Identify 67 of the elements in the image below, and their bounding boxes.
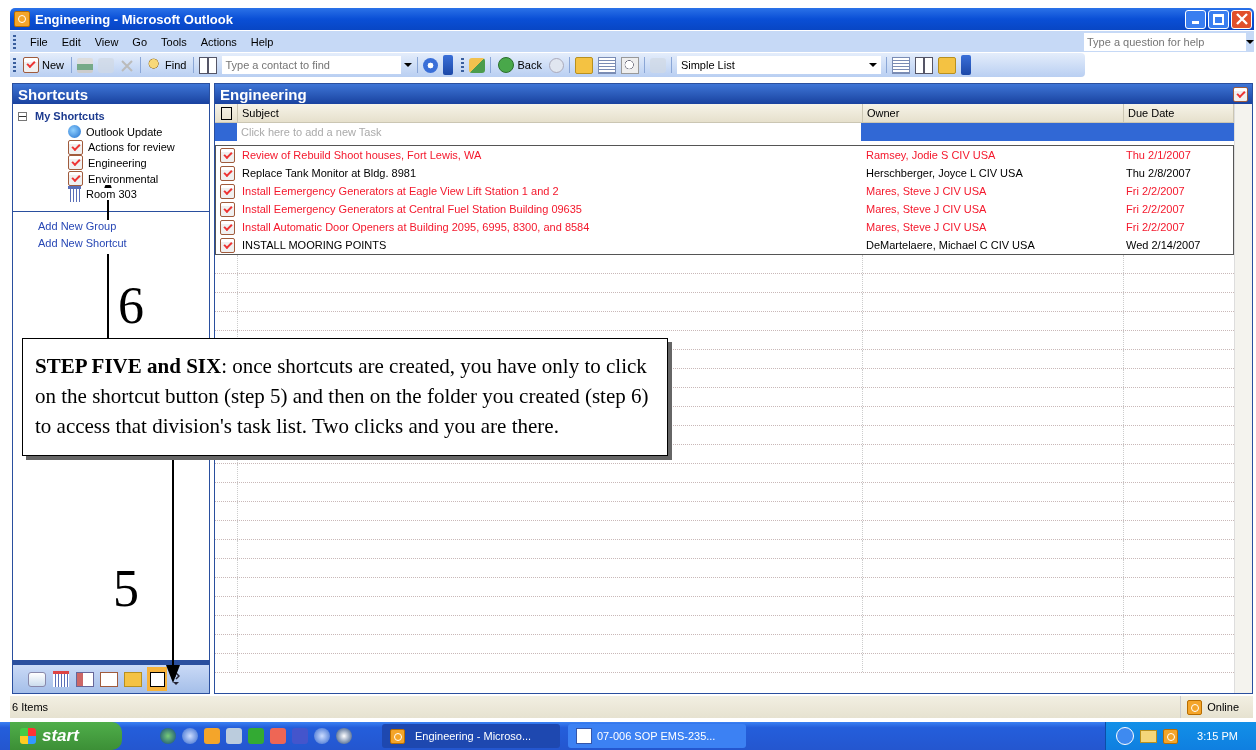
table-cell-text: Herschberger, Joyce L CIV USA [865, 167, 1024, 179]
group-label[interactable]: My Shortcuts [35, 110, 105, 122]
pane-header: Shortcuts [13, 84, 209, 104]
link[interactable]: Add New Group [38, 219, 117, 237]
table-cell-text: Wed 2/14/2007 [1125, 239, 1202, 251]
table-cell-text: DeMartelaere, Michael C CIV USA [865, 239, 1036, 251]
callout-text: STEP FIVE and SIX: once shortcuts are created, you have only to click on the shortcut button (step 5) and then on the folder you created (step 6) to access that division's task list. Two clicks and you are there. [35, 354, 649, 438]
table-cell-text: Install Eemergency Generators at Eagle View Lift Station 1 and 2 [241, 185, 560, 197]
step-number: 6 [118, 280, 144, 332]
close-button[interactable] [1231, 9, 1252, 29]
contact-card-icon [76, 671, 94, 687]
shortcut-item[interactable]: Engineering [88, 157, 147, 169]
dropdown-arrow-icon[interactable] [404, 63, 413, 67]
table-cell-text: Fri 2/2/2007 [1125, 185, 1186, 197]
taskbar-button[interactable]: Engineering - Microso... [382, 724, 560, 748]
menu-item[interactable]: Actions [200, 35, 237, 48]
column-header[interactable]: Subject [238, 104, 863, 122]
shortcut-item[interactable]: Outlook Update [86, 125, 163, 138]
view-dropdown[interactable]: Simple List [676, 56, 881, 74]
new-button[interactable]: New [21, 57, 66, 73]
help-search-field[interactable]: Type a question for help [1084, 32, 1246, 51]
table-cell-text: Ramsey, Jodie S CIV USA [865, 149, 997, 161]
list-view-icon[interactable] [597, 56, 616, 74]
restore-button[interactable] [1208, 9, 1229, 29]
resize-handle[interactable] [13, 660, 209, 665]
link[interactable]: Add New Shortcut [38, 236, 127, 254]
status-text: Online [1207, 701, 1239, 713]
table-cell-text: INSTALL MOORING POINTS [241, 239, 388, 251]
taskbar-button[interactable]: 07-006 SOP EMS-235... [568, 724, 746, 748]
back-button[interactable]: Back [496, 57, 544, 73]
table-cell-text: Install Eemergency Generators at Central Fuel Station Building 09635 [241, 203, 583, 215]
shortcut-item[interactable]: Environmental [88, 172, 159, 185]
table-cell-text: Review of Rebuild Shoot houses, Fort Lewis, WA [241, 149, 483, 161]
minimize-button[interactable] [1185, 9, 1206, 29]
table-cell-text: Fri 2/2/2007 [1125, 221, 1186, 233]
scrollbar[interactable] [1234, 104, 1252, 693]
find-button[interactable]: Find [146, 58, 189, 72]
step-number: 5 [113, 563, 139, 615]
windows-logo-icon [20, 728, 36, 744]
collapse-toggle[interactable] [18, 111, 27, 121]
status-text: 6 Items [11, 701, 49, 713]
calendar-icon [53, 671, 69, 687]
shortcut-item[interactable]: Room 303 [86, 188, 137, 201]
menu-item[interactable]: Tools [161, 35, 187, 48]
table-cell-text: Replace Tank Monitor at Bldg. 8981 [241, 167, 418, 179]
column-header[interactable]: Owner [863, 104, 1124, 122]
table-cell-text: Fri 2/2/2007 [1125, 203, 1186, 215]
calendar-icon [68, 186, 81, 203]
menu-item[interactable]: Go [132, 35, 148, 48]
table-cell-text: Thu 2/8/2007 [1125, 167, 1192, 179]
table-cell-text: Mares, Steve J CIV USA [865, 203, 988, 215]
window-title: Engineering - Microsoft Outlook [35, 11, 233, 27]
clock: 3:15 PM [1197, 730, 1238, 742]
menu-item[interactable]: View [94, 35, 119, 48]
shortcut-item[interactable]: Actions for review [88, 141, 175, 154]
contact-search-field[interactable]: Type a contact to find [222, 56, 402, 74]
table-cell-text: Thu 2/1/2007 [1125, 149, 1192, 161]
menu-item[interactable]: File [30, 35, 48, 48]
table-cell-text: Mares, Steve J CIV USA [865, 221, 988, 233]
menu-item[interactable]: Edit [61, 35, 81, 48]
reading-pane-icon[interactable] [891, 56, 910, 74]
nav-button[interactable] [147, 667, 167, 691]
dropdown-arrow-icon[interactable] [1246, 39, 1254, 44]
table-cell-text: Mares, Steve J CIV USA [865, 185, 988, 197]
pane-header: Engineering [215, 84, 1252, 104]
table-cell-text: Install Automatic Door Openers at Building 2095, 6995, 8300, and 8584 [241, 221, 591, 233]
menu-item[interactable]: Help [250, 35, 274, 48]
